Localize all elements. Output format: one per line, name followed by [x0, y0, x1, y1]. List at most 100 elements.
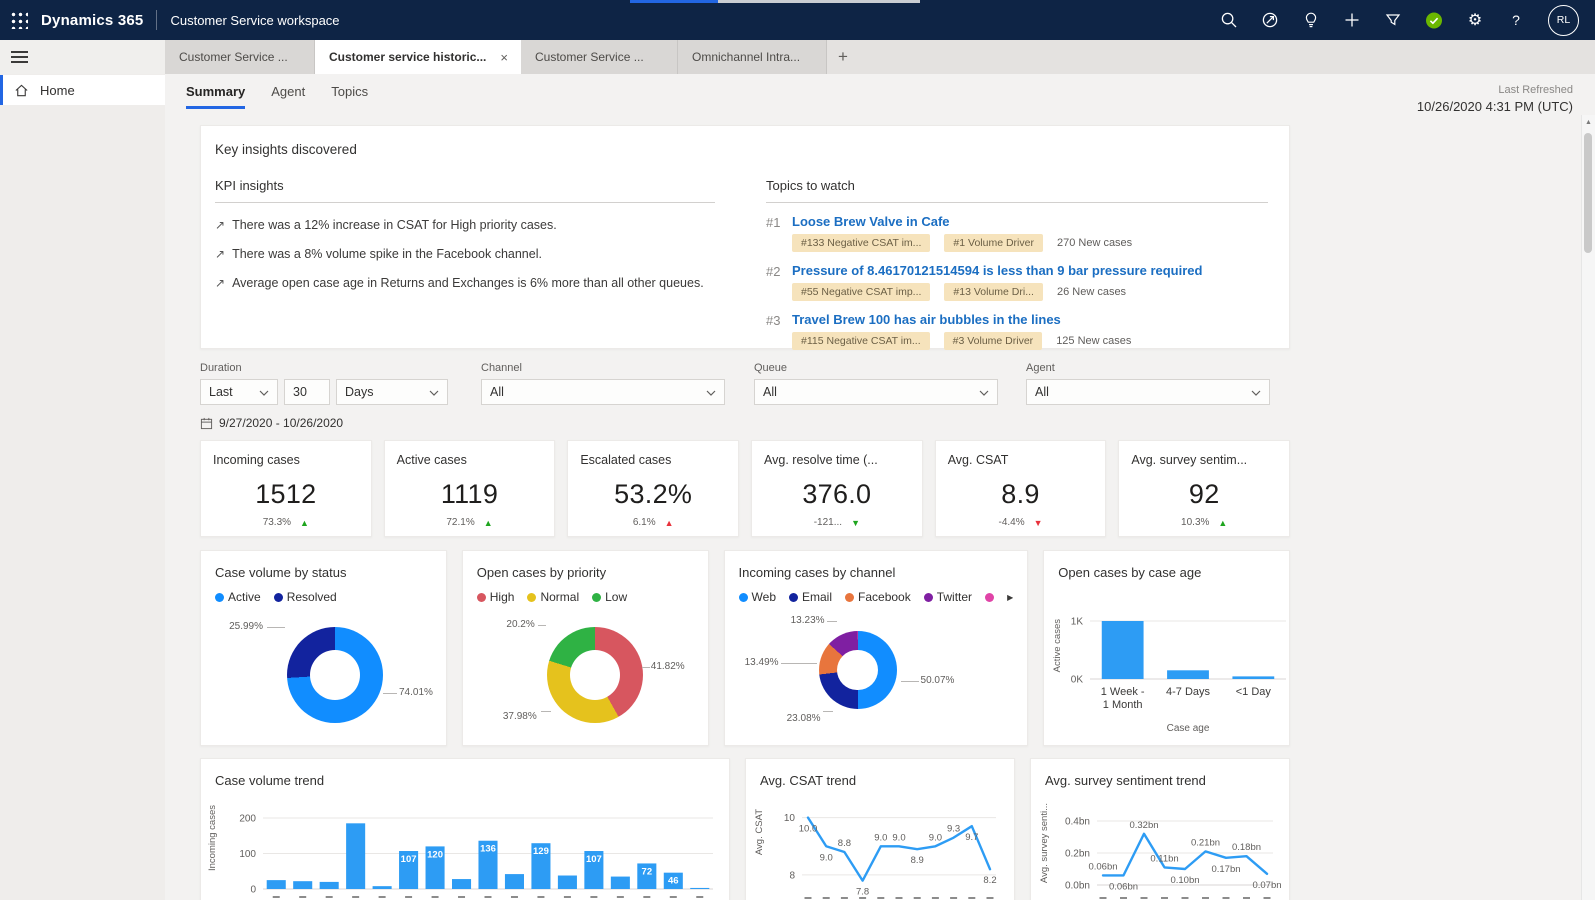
legend-item[interactable]: Normal	[527, 590, 579, 604]
presence-available-icon[interactable]	[1425, 11, 1443, 29]
channel-select[interactable]: All	[481, 379, 725, 405]
legend-item[interactable]: Web	[739, 590, 776, 604]
svg-text:0.06bn: 0.06bn	[1109, 881, 1138, 892]
add-icon[interactable]	[1343, 11, 1361, 29]
legend-dot-icon	[527, 593, 536, 602]
chart-title: Case volume trend	[215, 773, 715, 788]
hamburger-menu-icon[interactable]	[11, 48, 28, 66]
svg-text:8: 8	[789, 870, 795, 881]
trend-arrow-icon: ▲	[484, 518, 493, 528]
queue-select[interactable]: All	[754, 379, 998, 405]
volume-driver-badge[interactable]: #1 Volume Driver	[944, 234, 1043, 252]
kpi-avg-resolve-time[interactable]: Avg. resolve time (... 376.0 -121...▼	[751, 440, 923, 537]
chart-open-cases-by-case-age: Open cases by case age Active cases 1K0K…	[1043, 550, 1290, 746]
sidebar-item-home[interactable]: Home	[0, 75, 165, 105]
divider	[156, 10, 157, 30]
app-launcher-icon[interactable]	[11, 12, 28, 29]
chart-open-cases-by-priority: Open cases by priority HighNormalLow 20.…	[462, 550, 709, 746]
line-chart[interactable]: 10810.09.08.87.89.09.08.99.09.39.78.2	[752, 789, 1008, 900]
app-name[interactable]: Customer Service workspace	[170, 13, 339, 28]
slice-label: 13.23%	[779, 615, 825, 626]
csat-impact-badge[interactable]: #115 Negative CSAT im...	[792, 332, 930, 350]
legend-item[interactable]: Twitter	[924, 590, 972, 604]
svg-text:9.7: 9.7	[965, 832, 978, 843]
donut-chart[interactable]	[819, 631, 897, 709]
filter-icon[interactable]	[1384, 11, 1402, 29]
settings-gear-icon[interactable]: ⚙	[1466, 11, 1484, 29]
agent-select[interactable]: All	[1026, 379, 1270, 405]
svg-text:0.2bn: 0.2bn	[1065, 849, 1090, 860]
kpi-title: Active cases	[397, 453, 467, 467]
legend-item[interactable]: High	[477, 590, 515, 604]
line-chart[interactable]: 0.4bn0.2bn0.0bn0.06bn0.06bn0.32bn0.11bn0…	[1039, 789, 1283, 900]
kpi-avg-csat[interactable]: Avg. CSAT 8.9 -4.4%▼	[935, 440, 1107, 537]
kpi-avg-survey-sentiment[interactable]: Avg. survey sentim... 92 10.3%▲	[1118, 440, 1290, 537]
topic-link[interactable]: Loose Brew Valve in Cafe	[792, 214, 1132, 229]
duration-value-input[interactable]: 30	[284, 379, 330, 405]
bar-chart[interactable]: 1K0K1 Week -1 Month4-7 Days<1 DayCase ag…	[1064, 609, 1294, 739]
scrollbar-thumb[interactable]	[1584, 133, 1592, 253]
help-icon[interactable]: ?	[1507, 11, 1525, 29]
filter-bar: Duration Last 30 Days 9/27/2020 - 10/26/…	[200, 362, 1290, 438]
last-refreshed-value: 10/26/2020 4:31 PM (UTC)	[1417, 99, 1573, 114]
lightbulb-icon[interactable]	[1302, 11, 1320, 29]
tab-summary[interactable]: Summary	[186, 84, 245, 109]
topic-link[interactable]: Pressure of 8.46170121514594 is less tha…	[792, 263, 1202, 278]
tab-topics[interactable]: Topics	[331, 84, 368, 109]
duration-mode-select[interactable]: Last	[200, 379, 278, 405]
tab-customer-service-2[interactable]: Customer Service ...	[521, 40, 678, 74]
slice-label: 20.2%	[493, 619, 535, 630]
bar-chart[interactable]: 01002001071201361291077246	[215, 789, 721, 900]
kpi-incoming-cases[interactable]: Incoming cases 1512 73.3%▲	[200, 440, 372, 537]
app-window: Dynamics 365 Customer Service workspace …	[0, 0, 1595, 900]
legend-item[interactable]	[985, 593, 994, 602]
last-refreshed: Last Refreshed 10/26/2020 4:31 PM (UTC)	[1417, 84, 1573, 114]
csat-impact-badge[interactable]: #133 Negative CSAT im...	[792, 234, 930, 252]
svg-text:0.18bn: 0.18bn	[1232, 842, 1261, 853]
user-avatar[interactable]: RL	[1548, 5, 1579, 36]
kpi-active-cases[interactable]: Active cases 1119 72.1%▲	[384, 440, 556, 537]
kpi-change: 10.3%	[1181, 517, 1209, 528]
svg-text:129: 129	[533, 846, 549, 857]
insight-text: There was a 8% volume spike in the Faceb…	[232, 247, 542, 261]
last-refreshed-label: Last Refreshed	[1417, 84, 1573, 96]
brand-title: Dynamics 365	[41, 12, 143, 29]
legend-overflow-arrow-icon[interactable]: ▶	[1007, 593, 1013, 602]
kpi-escalated-cases[interactable]: Escalated cases 53.2% 6.1%▲	[567, 440, 739, 537]
close-tab-icon[interactable]: ×	[500, 50, 508, 65]
slice-label: 23.08%	[775, 713, 821, 724]
tab-agent[interactable]: Agent	[271, 84, 305, 109]
donut-chart[interactable]	[547, 627, 643, 723]
svg-text:0.07bn: 0.07bn	[1252, 880, 1281, 891]
svg-text:1K: 1K	[1071, 617, 1084, 628]
date-range: 9/27/2020 - 10/26/2020	[200, 416, 343, 430]
legend-item[interactable]: Low	[592, 590, 627, 604]
new-tab-button[interactable]: +	[827, 40, 859, 74]
vertical-scrollbar[interactable]: ▲	[1581, 115, 1595, 900]
csat-impact-badge[interactable]: #55 Negative CSAT imp...	[792, 283, 930, 301]
tab-omnichannel[interactable]: Omnichannel Intra...	[678, 40, 827, 74]
duration-unit-select[interactable]: Days	[336, 379, 448, 405]
slice-label: 50.07%	[921, 675, 955, 686]
legend-item[interactable]: Resolved	[274, 590, 337, 604]
topic-link[interactable]: Travel Brew 100 has air bubbles in the l…	[792, 312, 1131, 327]
legend-item[interactable]: Active	[215, 590, 261, 604]
tab-label: Customer service historic...	[329, 50, 486, 64]
tab-customer-service-1[interactable]: Customer Service ...	[165, 40, 315, 74]
scroll-up-icon[interactable]: ▲	[1582, 119, 1595, 126]
trend-arrow-icon: ▲	[1218, 518, 1227, 528]
compass-icon[interactable]	[1261, 11, 1279, 29]
tab-customer-service-historical[interactable]: Customer service historic... ×	[315, 40, 521, 74]
kpi-insight-item: ↗Average open case age in Returns and Ex…	[215, 276, 715, 290]
tab-label: Customer Service ...	[179, 50, 288, 64]
search-icon[interactable]	[1220, 11, 1238, 29]
svg-text:8.8: 8.8	[838, 838, 851, 849]
kpi-value: 8.9	[936, 479, 1106, 510]
kpi-title: Escalated cases	[580, 453, 671, 467]
volume-driver-badge[interactable]: #13 Volume Dri...	[944, 283, 1043, 301]
volume-driver-badge[interactable]: #3 Volume Driver	[944, 332, 1043, 350]
legend-item[interactable]: Email	[789, 590, 832, 604]
donut-chart[interactable]	[287, 627, 383, 723]
legend-item[interactable]: Facebook	[845, 590, 911, 604]
insight-text: Average open case age in Returns and Exc…	[232, 276, 704, 290]
